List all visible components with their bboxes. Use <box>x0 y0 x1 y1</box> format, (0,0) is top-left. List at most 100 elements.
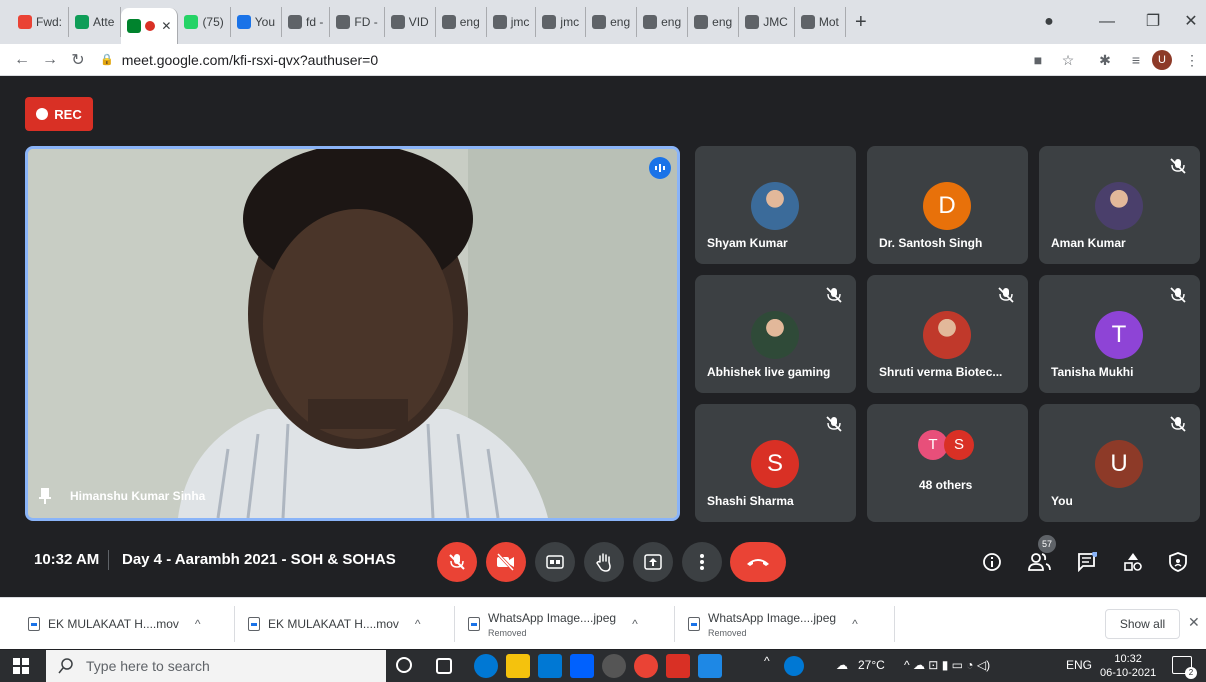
forward-icon[interactable]: → <box>36 51 64 69</box>
presenter-video[interactable]: Himanshu Kumar Sinha <box>25 146 680 521</box>
participant-tile[interactable]: S Shashi Sharma <box>695 404 856 522</box>
browser-tab[interactable]: fd - <box>282 7 331 37</box>
meeting-title: Day 4 - Aarambh 2021 - SOH & SOHAS <box>122 551 396 568</box>
browser-tab[interactable]: (75) <box>178 7 231 37</box>
rec-label: REC <box>54 106 82 122</box>
minimize-icon[interactable]: — <box>1084 0 1130 44</box>
divider <box>108 550 109 570</box>
windows-start-icon[interactable] <box>13 658 29 674</box>
participant-tile[interactable]: Shruti verma Biotec... <box>867 275 1028 393</box>
edge-icon[interactable] <box>474 654 498 678</box>
leave-call-button[interactable] <box>730 542 786 582</box>
taskbar-search[interactable]: Type here to search <box>46 650 386 682</box>
browser-tab[interactable]: FD - <box>330 7 385 37</box>
cortana-icon[interactable] <box>396 657 412 673</box>
download-item[interactable]: WhatsApp Image....jpeg Removed ^ <box>468 606 638 642</box>
app-icon[interactable] <box>602 654 626 678</box>
tray-icons[interactable]: ^ ☁ ⊡ ▮ ▭ ◔ ◁) <box>904 658 990 672</box>
weather-icon: ☁ <box>836 658 848 672</box>
browser-tab[interactable]: eng <box>637 7 689 37</box>
participant-tile[interactable]: U You <box>1039 404 1200 522</box>
chevron-up-icon[interactable]: ^ <box>632 617 638 631</box>
people-button[interactable]: 57 <box>1024 535 1056 577</box>
presenter-video-frame <box>28 149 677 518</box>
browser-tab[interactable]: Atte <box>69 7 122 37</box>
chevron-up-icon[interactable]: ^ <box>415 617 421 631</box>
browser-tab[interactable]: jmc <box>487 7 537 37</box>
participant-tile[interactable]: D Dr. Santosh Singh <box>867 146 1028 264</box>
browser-tab[interactable]: ✕ <box>121 8 179 44</box>
extension-icon[interactable]: ● <box>1026 0 1072 44</box>
task-view-icon[interactable] <box>436 658 452 674</box>
reload-icon[interactable]: ↻ <box>64 50 92 70</box>
meet-icon <box>127 19 142 33</box>
browser-tab[interactable]: eng <box>688 7 740 37</box>
more-vert-icon <box>700 554 704 570</box>
download-filename: WhatsApp Image....jpeg <box>708 610 837 625</box>
participant-tile[interactable]: T S 48 others <box>867 404 1028 522</box>
chevron-up-icon[interactable]: ^ <box>195 617 201 631</box>
close-window-icon[interactable]: ✕ <box>1168 0 1206 44</box>
participant-tile[interactable]: Abhishek live gaming <box>695 275 856 393</box>
mail-icon[interactable] <box>538 654 562 678</box>
download-item[interactable]: EK MULAKAAT H....mov ^ <box>248 606 421 642</box>
tray-expand-icon[interactable]: ^ <box>764 654 770 668</box>
meeting-details-button[interactable] <box>977 547 1007 577</box>
divider <box>674 606 675 642</box>
globe-icon <box>745 15 760 29</box>
weather-temp[interactable]: 27°C <box>858 658 885 672</box>
profile-avatar[interactable]: U <box>1152 50 1172 70</box>
browser-tab[interactable]: jmc <box>536 7 587 37</box>
more-options-button[interactable] <box>682 542 722 582</box>
people-count-badge: 57 <box>1038 535 1056 553</box>
participant-tile[interactable]: T Tanisha Mukhi <box>1039 275 1200 393</box>
browser-tab[interactable]: eng <box>586 7 638 37</box>
browser-tab[interactable]: VID <box>385 7 436 37</box>
download-item[interactable]: WhatsApp Image....jpeg Removed ^ <box>688 606 858 642</box>
close-downloads-icon[interactable]: ✕ <box>1188 614 1200 631</box>
extensions-icon[interactable]: ✱ <box>1093 48 1117 72</box>
s-icon <box>236 15 251 29</box>
captions-button[interactable] <box>535 542 575 582</box>
photos-icon[interactable] <box>698 654 722 678</box>
help-icon[interactable] <box>784 656 804 676</box>
present-button[interactable] <box>633 542 673 582</box>
browser-tab[interactable]: Mot <box>795 7 846 37</box>
chat-button[interactable] <box>1072 547 1102 577</box>
participant-tile[interactable]: Aman Kumar <box>1039 146 1200 264</box>
star-icon[interactable]: ☆ <box>1056 48 1080 72</box>
globe-icon <box>592 15 607 29</box>
present-icon <box>644 554 662 570</box>
menu-kebab-icon[interactable]: ⋮ <box>1180 48 1204 72</box>
chrome-icon[interactable] <box>634 654 658 678</box>
hand-icon <box>596 553 611 572</box>
notifications-icon[interactable]: 2 <box>1172 656 1197 679</box>
camera-icon[interactable]: ■ <box>1026 48 1050 72</box>
browser-tab[interactable]: JMC <box>739 7 795 37</box>
browser-tab[interactable]: Fwd: <box>12 7 70 37</box>
close-tab-icon[interactable]: ✕ <box>161 19 171 33</box>
taskbar-clock[interactable]: 10:32 06-10-2021 <box>1100 652 1156 680</box>
language-indicator[interactable]: ENG <box>1066 658 1092 672</box>
chevron-up-icon[interactable]: ^ <box>852 617 858 631</box>
activities-button[interactable] <box>1118 547 1148 577</box>
back-icon[interactable]: ← <box>8 51 36 69</box>
presenter-name: Himanshu Kumar Sinha <box>70 489 206 503</box>
address-bar[interactable]: 🔒 meet.google.com/kfi-rsxi-qvx?authuser=… <box>100 52 378 68</box>
host-controls-button[interactable] <box>1163 547 1193 577</box>
file-explorer-icon[interactable] <box>506 654 530 678</box>
participant-tile[interactable]: Shyam Kumar <box>695 146 856 264</box>
mic-off-button[interactable] <box>437 542 477 582</box>
browser-tab[interactable]: eng <box>436 7 487 37</box>
browser-tab[interactable]: You <box>231 7 283 37</box>
mic-muted-icon <box>1170 287 1186 303</box>
reading-list-icon[interactable]: ≡ <box>1124 48 1148 72</box>
participant-name: 48 others <box>919 478 973 492</box>
acrobat-icon[interactable] <box>666 654 690 678</box>
camera-off-button[interactable] <box>486 542 526 582</box>
new-tab-button[interactable]: + <box>846 11 876 34</box>
raise-hand-button[interactable] <box>584 542 624 582</box>
show-all-button[interactable]: Show all <box>1105 609 1180 639</box>
dropbox-icon[interactable] <box>570 654 594 678</box>
download-item[interactable]: EK MULAKAAT H....mov ^ <box>28 606 201 642</box>
